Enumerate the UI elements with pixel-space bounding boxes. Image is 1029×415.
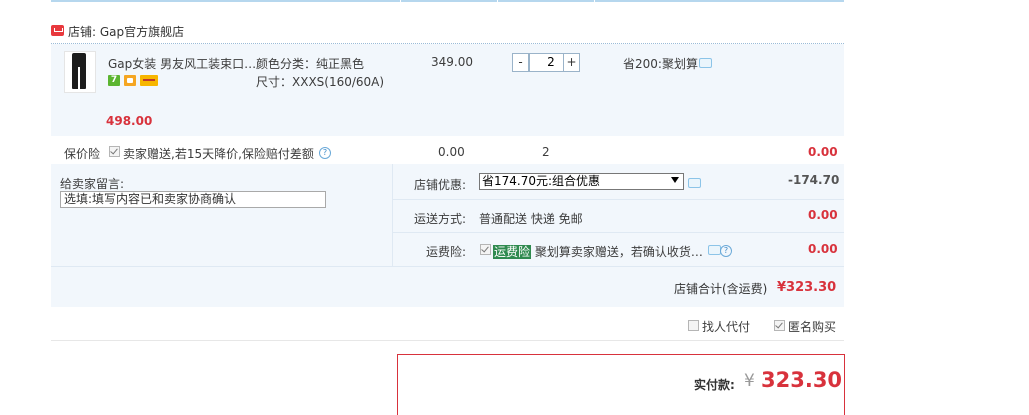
credit-card-icon[interactable] [140,75,158,86]
sku-color: 颜色分类：纯正黑色 [256,57,365,71]
shop-icon [51,25,64,36]
proxy-pay-label[interactable]: 找人代付 [702,318,750,335]
anonymous-label[interactable]: 匿名购买 [788,318,836,335]
sku-size: 尺寸：XXXS(160/60A) [256,75,385,89]
pants-image [72,53,86,89]
chat-icon[interactable] [688,178,701,188]
insurance-label: 保价险 [64,147,101,161]
discount-select[interactable]: 省174.70元:组合优惠 [479,173,684,190]
column-separator [400,0,401,5]
vertical-divider [392,164,393,266]
payment-currency: ¥ [744,371,755,391]
increase-button[interactable]: + [563,53,580,72]
shop-total-value: ¥323.30 [777,280,837,295]
seven-day-return-icon[interactable]: 7 [108,75,120,86]
shipping-value: 普通配送 快递 免邮 [479,212,583,226]
freight-insurance-info: 运费险 聚划算卖家赠送，若确认收货… [493,243,703,260]
message-input[interactable] [60,191,326,208]
anonymous-checkbox[interactable] [774,320,785,331]
freight-insurance-tag: 运费险 [493,245,532,259]
discount-amount: -174.70 [788,173,840,187]
unit-price: 349.00 [431,55,473,69]
product-title-link[interactable]: Gap女装 男友风工装束口… [108,55,256,72]
divider [51,340,844,341]
row-divider [392,199,844,200]
insurance-desc: 卖家赠送,若15天降价,保险赔付差额 [123,147,314,161]
row-divider [51,266,844,267]
payment-label: 实付款: [694,378,735,392]
shop-title: 店铺: Gap官方旗舰店 [68,23,184,40]
message-label: 给卖家留言: [60,177,125,191]
column-separator [497,0,498,5]
insurance-price: 0.00 [438,145,465,159]
chat-icon[interactable] [699,58,712,68]
decrease-button[interactable]: - [512,53,529,72]
shop-name-link[interactable]: Gap官方旗舰店 [100,25,184,39]
discount-selected: 省174.70元:组合优惠 [482,174,601,188]
row-divider [392,232,844,233]
shop-header: 店铺: Gap官方旗舰店 [51,22,844,42]
guarantee-icon[interactable] [124,75,136,86]
discount-label: 店铺优惠: [414,178,467,192]
freight-insurance-label: 运费险: [426,245,467,259]
help-icon[interactable]: ? [319,147,331,159]
top-border [51,0,844,2]
item-subtotal: 498.00 [106,114,153,128]
shop-total-label: 店铺合计(含运费) [674,282,768,296]
promo-text: 省200:聚划算 [623,57,698,71]
help-icon[interactable]: ? [720,245,732,257]
freight-insurance-amount: 0.00 [808,242,838,256]
insurance-subtotal: 0.00 [808,145,838,159]
column-separator [594,0,595,5]
chevron-down-icon [671,177,679,183]
insurance-quantity: 2 [542,145,550,159]
insurance-checkbox[interactable] [109,146,120,157]
shipping-amount: 0.00 [808,208,838,222]
freight-insurance-desc: 聚划算卖家赠送，若确认收货… [534,245,703,259]
proxy-pay-checkbox[interactable] [688,320,699,331]
payment-amount: 323.30 [761,368,843,392]
shipping-label: 运送方式: [414,212,467,226]
freight-insurance-checkbox[interactable] [480,244,491,255]
shop-label: 店铺: [68,25,97,39]
